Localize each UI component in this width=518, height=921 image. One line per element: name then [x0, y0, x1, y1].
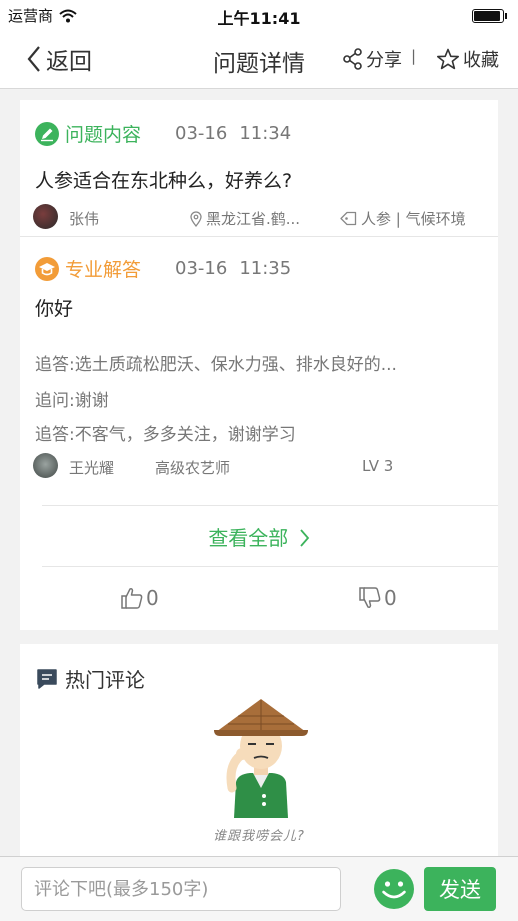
- tags-text: 人参 | 气候环境: [361, 210, 466, 228]
- chevron-left-icon: [26, 45, 42, 73]
- thumbs-up-icon: [120, 586, 144, 610]
- avatar[interactable]: [33, 204, 58, 229]
- location: 黑龙江省.鹤...: [190, 208, 300, 229]
- nav-bar: 返回 问题详情 分享 | 收藏: [0, 30, 518, 89]
- emoji-button[interactable]: [372, 867, 416, 911]
- followup-item: 追答:选土质疏松肥沃、保水力强、排水良好的...: [35, 355, 397, 375]
- expert-level: LV 3: [362, 457, 394, 475]
- status-time: 上午11:41: [217, 9, 301, 28]
- view-all-label: 查看全部: [208, 526, 289, 550]
- empty-comments-text: 谁跟我唠会儿?: [213, 829, 305, 844]
- back-button[interactable]: 返回: [26, 42, 92, 76]
- nav-separator: |: [411, 47, 417, 65]
- comment-bar: 发送: [0, 856, 518, 921]
- answer-header: 专业解答 03-16 11:35: [35, 255, 291, 282]
- share-label: 分享: [366, 50, 402, 71]
- status-bar: 运营商 上午11:41: [0, 0, 518, 30]
- question-meta: 张伟 黑龙江省.鹤... 人参 | 气候环境: [33, 204, 488, 230]
- answer-time: 11:35: [239, 258, 292, 279]
- expert-title: 高级农艺师: [155, 459, 231, 477]
- question-time: 11:34: [239, 123, 292, 144]
- author-name[interactable]: 张伟: [69, 208, 99, 229]
- comment-input[interactable]: [21, 867, 341, 911]
- battery-icon: [472, 9, 507, 23]
- answer-date: 03-16: [175, 258, 228, 279]
- farmer-mascot-illustration: [198, 696, 322, 820]
- question-tags: 人参 | 气候环境: [340, 208, 466, 229]
- smiley-icon: [372, 867, 416, 911]
- comment-icon: [35, 667, 59, 691]
- thumbs-down-icon: [358, 586, 382, 610]
- share-icon: [343, 48, 363, 70]
- dislike-count: 0: [384, 586, 397, 610]
- chevron-right-icon: [299, 528, 310, 548]
- dislike-button[interactable]: 0: [358, 586, 397, 610]
- answer-section-label: 专业解答: [65, 259, 142, 281]
- like-button[interactable]: 0: [120, 586, 159, 610]
- comments-card: 热门评论 谁跟我唠会儿?: [20, 644, 498, 856]
- star-icon: [436, 48, 460, 70]
- answer-text: 你好: [35, 298, 74, 320]
- divider: [20, 236, 498, 237]
- question-date: 03-16: [175, 123, 228, 144]
- favorite-label: 收藏: [463, 50, 499, 71]
- question-card: 问题内容 03-16 11:34 人参适合在东北种么，好养么? 张伟 黑龙江省.…: [20, 100, 498, 630]
- tag-icon: [340, 211, 357, 226]
- comments-header: 热门评论: [35, 664, 145, 693]
- pencil-icon: [35, 121, 59, 146]
- location-text: 黑龙江省.鹤...: [206, 210, 301, 228]
- question-section-label: 问题内容: [65, 124, 142, 146]
- avatar[interactable]: [33, 453, 58, 478]
- send-button[interactable]: 发送: [424, 867, 496, 911]
- question-header: 问题内容 03-16 11:34: [35, 120, 291, 147]
- followup-item: 追答:不客气，多多关注，谢谢学习: [35, 425, 296, 445]
- view-all-button[interactable]: 查看全部: [20, 522, 498, 551]
- share-button[interactable]: 分享: [343, 46, 402, 72]
- like-count: 0: [146, 586, 159, 610]
- graduation-cap-icon: [35, 256, 59, 281]
- followup-item: 追问:谢谢: [35, 391, 109, 411]
- location-pin-icon: [190, 210, 202, 227]
- divider: [42, 566, 498, 567]
- divider: [42, 505, 498, 506]
- expert-info: 王光耀 高级农艺师 LV 3: [33, 452, 488, 480]
- question-text: 人参适合在东北种么，好养么?: [35, 170, 293, 192]
- expert-name[interactable]: 王光耀: [69, 457, 114, 478]
- favorite-button[interactable]: 收藏: [436, 46, 499, 72]
- comments-section-label: 热门评论: [65, 668, 145, 692]
- back-label: 返回: [46, 49, 92, 75]
